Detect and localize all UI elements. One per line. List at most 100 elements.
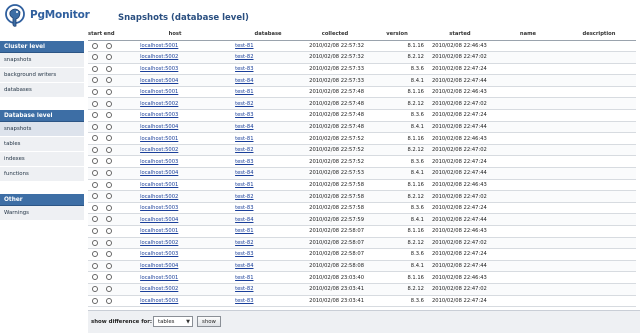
start-radio[interactable] (92, 228, 99, 235)
database-link[interactable]: test-82 (235, 101, 253, 107)
end-radio[interactable] (106, 54, 113, 61)
database-link[interactable]: test-82 (235, 194, 253, 200)
start-radio[interactable] (92, 262, 99, 269)
database-link[interactable]: test-81 (235, 43, 253, 49)
database-link[interactable]: test-84 (235, 263, 253, 269)
difference-select[interactable]: tables ▼ (153, 316, 193, 327)
start-radio[interactable] (92, 193, 99, 200)
start-radio[interactable] (92, 112, 99, 119)
host-link[interactable]: localhost:5004 (140, 170, 178, 176)
nav-item-tables[interactable]: tables (0, 137, 84, 152)
start-radio[interactable] (92, 251, 99, 258)
database-link[interactable]: test-81 (235, 182, 253, 188)
host-link[interactable]: localhost:5003 (140, 112, 178, 118)
host-link[interactable]: localhost:5001 (140, 43, 178, 49)
database-link[interactable]: test-81 (235, 89, 253, 95)
host-link[interactable]: localhost:5003 (140, 66, 178, 72)
end-radio[interactable] (106, 158, 113, 165)
database-link[interactable]: test-84 (235, 78, 253, 84)
nav-item-cluster-snapshots[interactable]: snapshots (0, 53, 84, 68)
start-radio[interactable] (92, 170, 99, 177)
end-radio[interactable] (106, 77, 113, 84)
host-link[interactable]: localhost:5002 (140, 101, 178, 107)
start-radio[interactable] (92, 158, 99, 165)
end-radio[interactable] (106, 274, 113, 281)
end-radio[interactable] (106, 297, 113, 304)
start-radio[interactable] (92, 239, 99, 246)
end-radio[interactable] (106, 286, 113, 293)
database-link[interactable]: test-84 (235, 217, 253, 223)
database-link[interactable]: test-81 (235, 275, 253, 281)
start-radio[interactable] (92, 100, 99, 107)
start-radio[interactable] (92, 204, 99, 211)
host-link[interactable]: localhost:5004 (140, 217, 178, 223)
end-radio[interactable] (106, 88, 113, 95)
database-link[interactable]: test-83 (235, 251, 253, 257)
start-radio[interactable] (92, 54, 99, 61)
end-radio[interactable] (106, 112, 113, 119)
host-link[interactable]: localhost:5001 (140, 182, 178, 188)
database-link[interactable]: test-82 (235, 54, 253, 60)
end-radio[interactable] (106, 228, 113, 235)
database-link[interactable]: test-84 (235, 124, 253, 130)
end-radio[interactable] (106, 100, 113, 107)
start-radio[interactable] (92, 297, 99, 304)
start-radio[interactable] (92, 77, 99, 84)
host-link[interactable]: localhost:5004 (140, 263, 178, 269)
host-link[interactable]: localhost:5001 (140, 228, 178, 234)
database-link[interactable]: test-82 (235, 240, 253, 246)
host-link[interactable]: localhost:5002 (140, 286, 178, 292)
host-link[interactable]: localhost:5004 (140, 124, 178, 130)
host-link[interactable]: localhost:5002 (140, 240, 178, 246)
start-radio[interactable] (92, 216, 99, 223)
end-radio[interactable] (106, 65, 113, 72)
start-radio[interactable] (92, 88, 99, 95)
end-radio[interactable] (106, 251, 113, 258)
host-link[interactable]: localhost:5002 (140, 54, 178, 60)
host-link[interactable]: localhost:5003 (140, 298, 178, 304)
host-link[interactable]: localhost:5002 (140, 147, 178, 153)
end-radio[interactable] (106, 204, 113, 211)
database-link[interactable]: test-83 (235, 205, 253, 211)
host-link[interactable]: localhost:5004 (140, 78, 178, 84)
nav-item-background-writers[interactable]: background writers (0, 68, 84, 83)
host-link[interactable]: localhost:5001 (140, 89, 178, 95)
end-radio[interactable] (106, 193, 113, 200)
start-radio[interactable] (92, 146, 99, 153)
start-radio[interactable] (92, 286, 99, 293)
database-link[interactable]: test-82 (235, 286, 253, 292)
database-link[interactable]: test-81 (235, 136, 253, 142)
start-radio[interactable] (92, 181, 99, 188)
database-link[interactable]: test-83 (235, 66, 253, 72)
host-link[interactable]: localhost:5002 (140, 194, 178, 200)
start-radio[interactable] (92, 135, 99, 142)
start-radio[interactable] (92, 274, 99, 281)
database-link[interactable]: test-81 (235, 228, 253, 234)
database-link[interactable]: test-83 (235, 298, 253, 304)
end-radio[interactable] (106, 135, 113, 142)
host-link[interactable]: localhost:5003 (140, 205, 178, 211)
database-link[interactable]: test-84 (235, 170, 253, 176)
app-logo[interactable]: PgMonitor (3, 3, 90, 31)
start-radio[interactable] (92, 65, 99, 72)
end-radio[interactable] (106, 123, 113, 130)
start-radio[interactable] (92, 42, 99, 49)
host-link[interactable]: localhost:5001 (140, 136, 178, 142)
nav-item-database-snapshots[interactable]: snapshots (0, 122, 84, 137)
nav-item-functions[interactable]: functions (0, 167, 84, 182)
host-link[interactable]: localhost:5003 (140, 251, 178, 257)
nav-item-warnings[interactable]: Warnings (0, 206, 84, 221)
end-radio[interactable] (106, 42, 113, 49)
nav-item-indexes[interactable]: indexes (0, 152, 84, 167)
end-radio[interactable] (106, 181, 113, 188)
database-link[interactable]: test-82 (235, 147, 253, 153)
nav-item-databases[interactable]: databases (0, 83, 84, 98)
end-radio[interactable] (106, 146, 113, 153)
end-radio[interactable] (106, 262, 113, 269)
end-radio[interactable] (106, 170, 113, 177)
database-link[interactable]: test-83 (235, 112, 253, 118)
host-link[interactable]: localhost:5001 (140, 275, 178, 281)
host-link[interactable]: localhost:5003 (140, 159, 178, 165)
start-radio[interactable] (92, 123, 99, 130)
show-button[interactable]: show (197, 316, 221, 327)
